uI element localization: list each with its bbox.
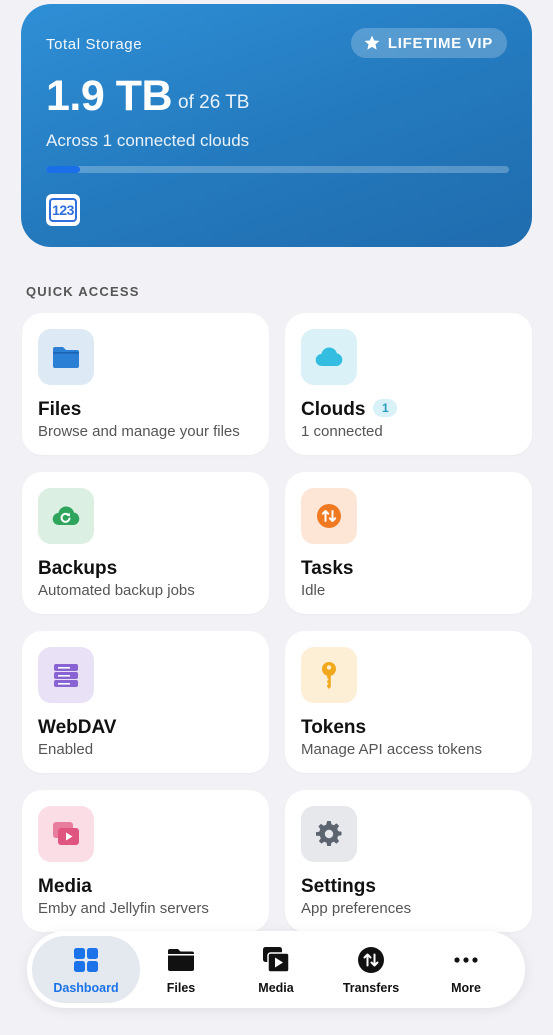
section-label-quick-access: QUICK ACCESS <box>26 284 140 299</box>
tab-label: Media <box>258 980 294 995</box>
storage-progress-bar <box>46 166 509 173</box>
cloud-sync-icon <box>38 488 94 544</box>
tab-dashboard[interactable]: Dashboard <box>32 936 140 1003</box>
tab-label: Files <box>166 980 196 995</box>
tile-title: WebDAV <box>38 717 117 738</box>
tab-label: Dashboard <box>53 980 119 995</box>
tile-title: Media <box>38 876 92 897</box>
key-icon <box>301 647 357 703</box>
more-dots-icon <box>454 956 478 963</box>
tile-media[interactable]: Media Emby and Jellyfin servers <box>22 790 269 932</box>
tile-subtitle: 1 connected <box>301 423 383 440</box>
tile-title: Tasks <box>301 558 354 579</box>
storage-subtitle: Across 1 connected clouds <box>46 131 250 150</box>
tab-more[interactable]: More <box>418 936 514 1003</box>
tab-media[interactable]: Media <box>228 936 324 1003</box>
tile-subtitle: App preferences <box>301 900 412 917</box>
storage-card[interactable]: Total Storage LIFETIME VIP 1.9 TB of 26 … <box>21 4 532 247</box>
storage-used: 1.9 TB <box>46 72 173 120</box>
tab-label: Transfers <box>342 980 400 995</box>
tile-subtitle: Manage API access tokens <box>301 741 482 758</box>
star-icon <box>364 35 380 50</box>
tile-clouds[interactable]: Clouds 1 1 connected <box>285 313 532 455</box>
cloud-logo-text: 123 <box>49 198 77 222</box>
folder-icon <box>168 948 194 971</box>
tile-subtitle: Emby and Jellyfin servers <box>38 900 209 917</box>
vip-label: LIFETIME VIP <box>387 34 493 52</box>
tile-title-text: Clouds <box>301 399 366 420</box>
tile-webdav[interactable]: WebDAV Enabled <box>22 631 269 773</box>
tile-settings[interactable]: Settings App preferences <box>285 790 532 932</box>
tab-files[interactable]: Files <box>133 936 229 1003</box>
bottom-tab-bar: Dashboard Files Media Transfers More <box>27 931 525 1008</box>
tile-title: Settings <box>301 876 376 897</box>
dashboard-grid-icon <box>74 947 98 972</box>
tile-subtitle: Automated backup jobs <box>38 582 195 599</box>
media-play-icon <box>263 946 290 973</box>
vip-badge: LIFETIME VIP <box>350 28 507 58</box>
tile-title: Clouds 1 <box>301 399 398 421</box>
tile-subtitle: Idle <box>301 582 326 599</box>
tile-title: Files <box>38 399 82 420</box>
tile-backups[interactable]: Backups Automated backup jobs <box>22 472 269 614</box>
tab-transfers[interactable]: Transfers <box>323 936 419 1003</box>
tile-subtitle: Browse and manage your files <box>38 423 240 440</box>
tile-files[interactable]: Files Browse and manage your files <box>22 313 269 455</box>
tile-title: Backups <box>38 558 118 579</box>
tile-title: Tokens <box>301 717 367 738</box>
media-play-icon <box>38 806 94 862</box>
tile-tasks[interactable]: Tasks Idle <box>285 472 532 614</box>
transfer-arrows-icon <box>358 946 384 973</box>
count-badge: 1 <box>373 399 398 417</box>
tile-subtitle: Enabled <box>38 741 94 758</box>
tab-label: More <box>451 980 481 995</box>
folder-icon <box>38 329 94 385</box>
storage-total: of 26 TB <box>178 92 250 113</box>
storage-title: Total Storage <box>46 36 143 53</box>
transfer-arrows-icon <box>301 488 357 544</box>
gear-icon <box>301 806 357 862</box>
cloud-icon <box>301 329 357 385</box>
server-icon <box>38 647 94 703</box>
tile-tokens[interactable]: Tokens Manage API access tokens <box>285 631 532 773</box>
cloud-provider-logo[interactable]: 123 <box>46 194 80 226</box>
storage-progress-fill <box>46 166 80 173</box>
